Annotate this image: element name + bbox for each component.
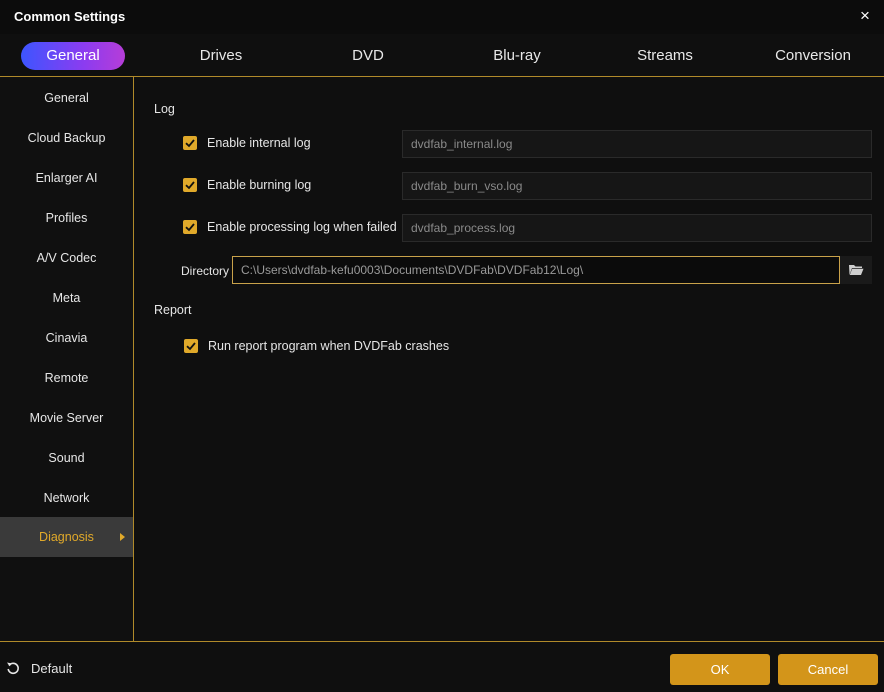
diagnosis-panel: Log Enable internal log dvdfab_internal.… (134, 77, 884, 641)
sidebar-item-label: Diagnosis (39, 530, 94, 544)
tab-general[interactable]: General (21, 42, 125, 70)
window-title: Common Settings (14, 9, 126, 24)
ok-button[interactable]: OK (670, 654, 770, 685)
checkmark-icon (183, 220, 197, 234)
enable-processing-log-checkbox[interactable]: Enable processing log when failed (183, 218, 413, 238)
sidebar-item-general[interactable]: General (0, 78, 133, 118)
caret-right-icon (120, 533, 125, 541)
enable-processing-log-label: Enable processing log when failed (207, 220, 397, 234)
sidebar: General Cloud Backup Enlarger AI Profile… (0, 77, 134, 641)
sidebar-item-movie-server[interactable]: Movie Server (0, 398, 133, 438)
sidebar-item-diagnosis[interactable]: Diagnosis (0, 517, 133, 557)
tab-drives[interactable]: Drives (171, 42, 271, 70)
sidebar-item-profiles[interactable]: Profiles (0, 198, 133, 238)
browse-folder-button[interactable] (840, 256, 872, 284)
enable-burning-log-checkbox[interactable]: Enable burning log (183, 176, 413, 196)
top-tabs: General Drives DVD Blu-ray Streams Conve… (0, 38, 884, 74)
run-report-checkbox[interactable]: Run report program when DVDFab crashes (184, 337, 484, 357)
checkmark-icon (183, 136, 197, 150)
cancel-button[interactable]: Cancel (778, 654, 878, 685)
default-button[interactable]: Default (6, 660, 76, 678)
processing-log-filename-field[interactable]: dvdfab_process.log (402, 214, 872, 242)
log-section-title: Log (154, 102, 175, 116)
sidebar-item-av-codec[interactable]: A/V Codec (0, 238, 133, 278)
title-bar: Common Settings × (0, 0, 884, 34)
run-report-label: Run report program when DVDFab crashes (208, 339, 450, 353)
sidebar-item-cloud-backup[interactable]: Cloud Backup (0, 118, 133, 158)
tab-streams[interactable]: Streams (615, 42, 715, 70)
folder-open-icon (849, 265, 864, 275)
burning-log-filename-field[interactable]: dvdfab_burn_vso.log (402, 172, 872, 200)
checkmark-icon (184, 339, 198, 353)
sidebar-item-remote[interactable]: Remote (0, 358, 133, 398)
tab-blu-ray[interactable]: Blu-ray (467, 42, 567, 70)
default-label: Default (31, 661, 73, 676)
sidebar-item-enlarger-ai[interactable]: Enlarger AI (0, 158, 133, 198)
checkmark-icon (183, 178, 197, 192)
sidebar-item-meta[interactable]: Meta (0, 278, 133, 318)
internal-log-filename-field[interactable]: dvdfab_internal.log (402, 130, 872, 158)
enable-internal-log-checkbox[interactable]: Enable internal log (183, 134, 413, 154)
reset-icon (7, 662, 19, 675)
close-icon[interactable]: × (856, 6, 874, 26)
report-section-title: Report (154, 303, 192, 317)
footer-bar: Default OK Cancel (0, 641, 884, 692)
enable-internal-log-label: Enable internal log (207, 136, 311, 150)
directory-path-field[interactable]: C:\Users\dvdfab-kefu0003\Documents\DVDFa… (232, 256, 840, 284)
directory-label: Directory (181, 264, 230, 278)
tab-conversion[interactable]: Conversion (758, 42, 868, 70)
tab-dvd[interactable]: DVD (318, 42, 418, 70)
sidebar-item-cinavia[interactable]: Cinavia (0, 318, 133, 358)
enable-burning-log-label: Enable burning log (207, 178, 312, 192)
sidebar-item-sound[interactable]: Sound (0, 438, 133, 478)
common-settings-window: Common Settings × General Drives DVD Blu… (0, 0, 884, 692)
sidebar-item-network[interactable]: Network (0, 478, 133, 518)
